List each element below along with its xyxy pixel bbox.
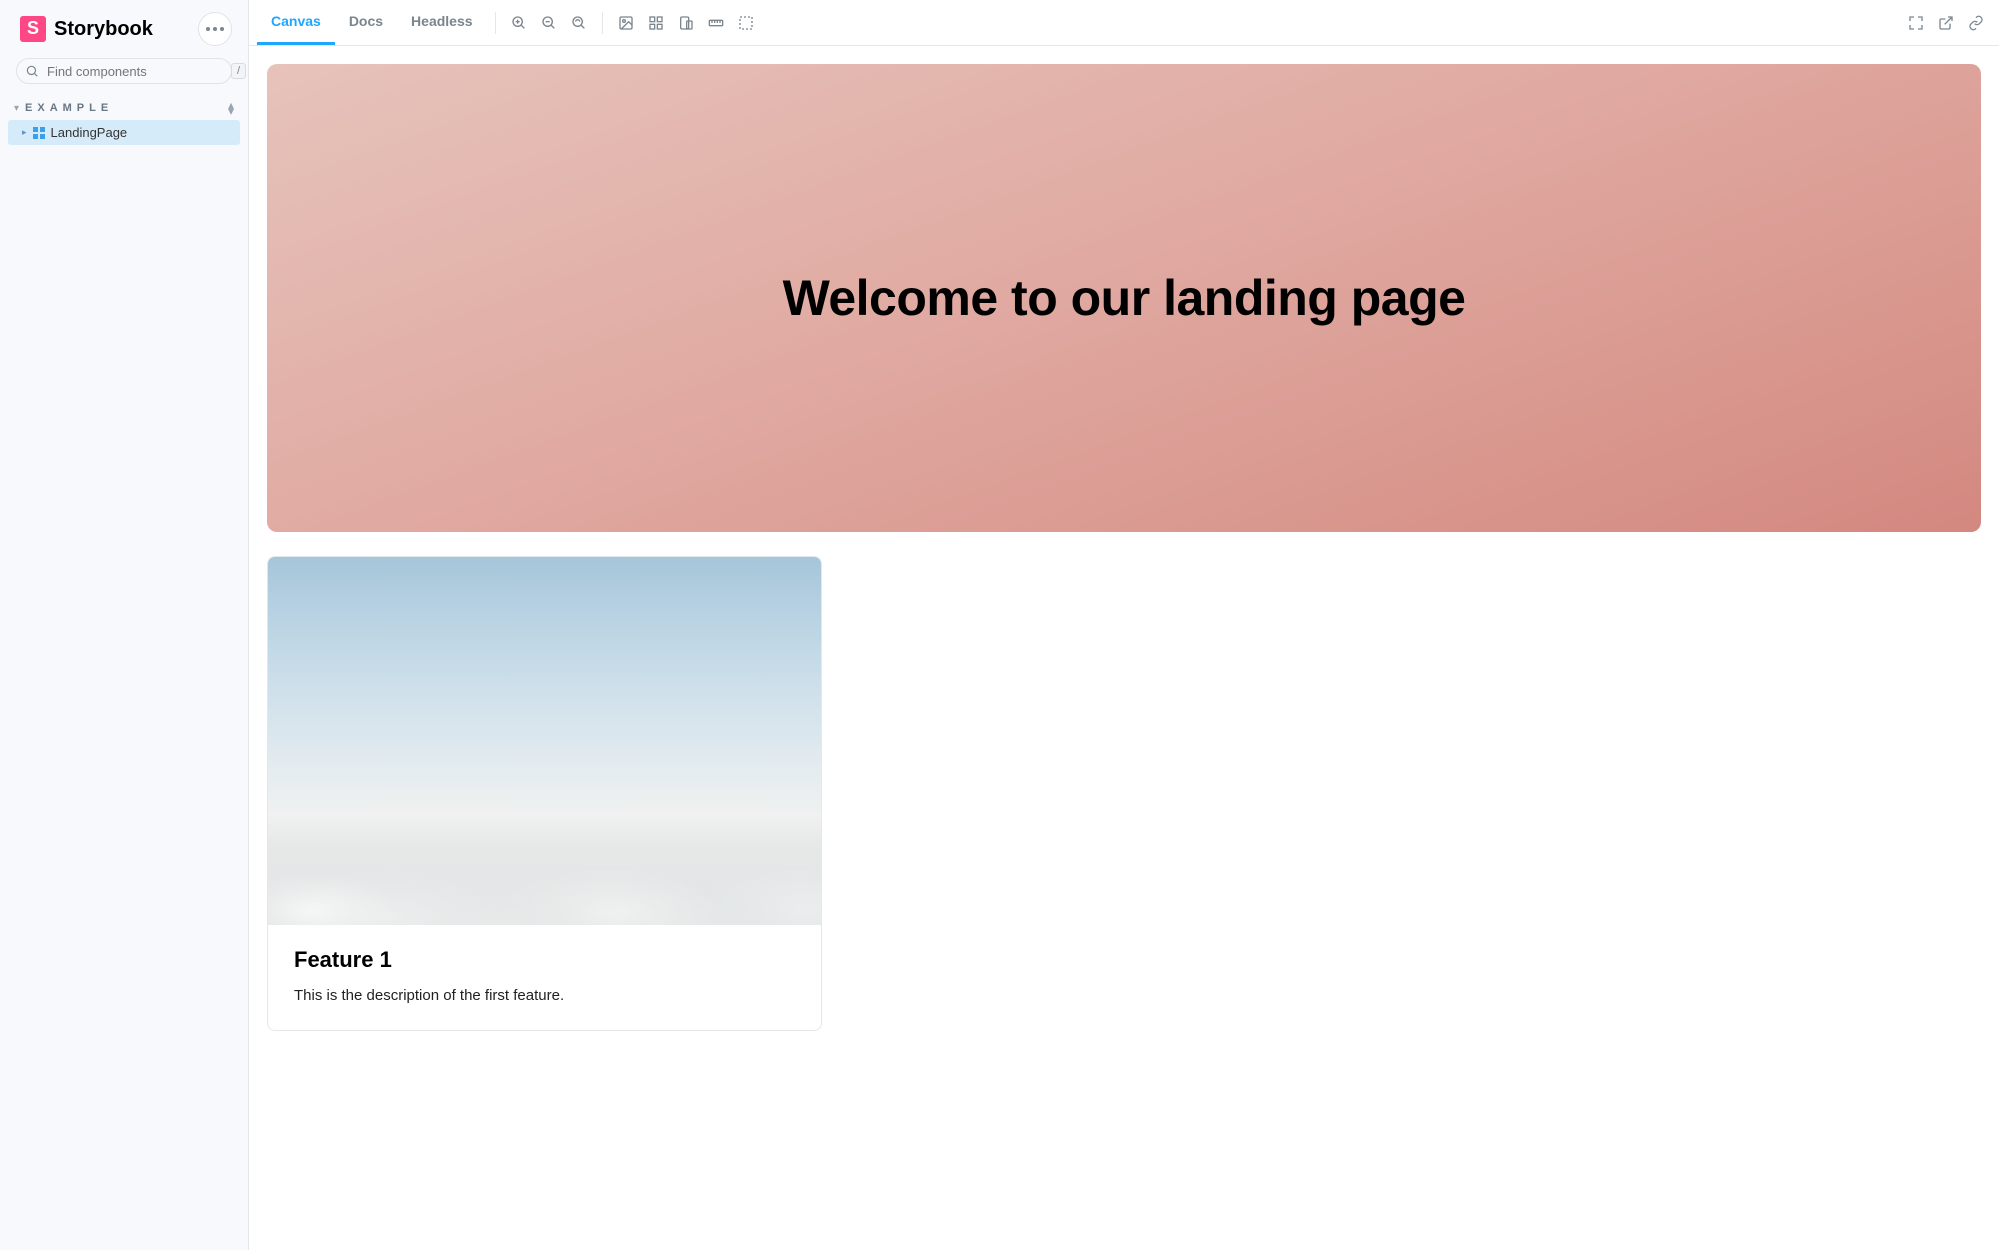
search-input[interactable] xyxy=(47,64,223,79)
zoom-reset-icon xyxy=(571,15,587,31)
zoom-reset-button[interactable] xyxy=(564,8,594,38)
tree-section-header[interactable]: ▾ EXAMPLE ▴▾ xyxy=(8,98,240,118)
toolbar: Canvas Docs Headless xyxy=(249,0,1999,46)
feature-card-body: Feature 1 This is the description of the… xyxy=(268,925,821,1030)
grid-icon xyxy=(648,15,664,31)
open-in-new-tab-button[interactable] xyxy=(1931,8,1961,38)
zoom-in-icon xyxy=(511,15,527,31)
separator xyxy=(602,12,603,34)
sidebar-header: Storybook xyxy=(0,12,248,58)
tab-label: Headless xyxy=(411,13,472,29)
copy-link-button[interactable] xyxy=(1961,8,1991,38)
sort-icon[interactable]: ▴▾ xyxy=(228,102,234,114)
image-icon xyxy=(618,15,634,31)
sidebar: Storybook / ▾ EXAMPLE ▴▾ ▸ xyxy=(0,0,249,1250)
tab-label: Docs xyxy=(349,13,383,29)
hero-title: Welcome to our landing page xyxy=(783,269,1466,327)
fullscreen-button[interactable] xyxy=(1901,8,1931,38)
chevron-right-icon: ▸ xyxy=(22,127,27,138)
tab-docs[interactable]: Docs xyxy=(335,0,397,45)
outline-icon xyxy=(738,15,754,31)
feature-description: This is the description of the first fea… xyxy=(294,987,795,1004)
main: Canvas Docs Headless xyxy=(249,0,1999,1250)
measure-button[interactable] xyxy=(701,8,731,38)
feature-image xyxy=(268,557,821,925)
grid-button[interactable] xyxy=(641,8,671,38)
ellipsis-icon xyxy=(206,27,224,31)
tab-canvas[interactable]: Canvas xyxy=(257,0,335,45)
app-name: Storybook xyxy=(54,18,153,41)
sidebar-item-label: LandingPage xyxy=(51,125,128,140)
zoom-out-button[interactable] xyxy=(534,8,564,38)
external-link-icon xyxy=(1938,15,1954,31)
viewport-icon xyxy=(678,15,694,31)
sidebar-item-landingpage[interactable]: ▸ LandingPage xyxy=(8,120,240,145)
menu-button[interactable] xyxy=(198,12,232,46)
measure-icon xyxy=(708,15,724,31)
tab-label: Canvas xyxy=(271,13,321,29)
zoom-out-icon xyxy=(541,15,557,31)
search-shortcut-badge: / xyxy=(231,63,246,79)
canvas-preview: Welcome to our landing page Feature 1 Th… xyxy=(249,46,1999,1250)
link-icon xyxy=(1968,15,1984,31)
background-button[interactable] xyxy=(611,8,641,38)
feature-title: Feature 1 xyxy=(294,947,795,973)
viewport-button[interactable] xyxy=(671,8,701,38)
storybook-logo-icon xyxy=(20,16,46,42)
tree-section-label: EXAMPLE xyxy=(25,102,113,114)
separator xyxy=(495,12,496,34)
outline-button[interactable] xyxy=(731,8,761,38)
tab-headless[interactable]: Headless xyxy=(397,0,486,45)
hero-banner: Welcome to our landing page xyxy=(267,64,1981,532)
component-icon xyxy=(33,127,45,139)
search-icon xyxy=(25,64,39,78)
feature-card: Feature 1 This is the description of the… xyxy=(267,556,822,1031)
logo[interactable]: Storybook xyxy=(20,16,153,42)
fullscreen-icon xyxy=(1908,15,1924,31)
tabs: Canvas Docs Headless xyxy=(257,0,487,45)
zoom-in-button[interactable] xyxy=(504,8,534,38)
search-box[interactable]: / xyxy=(16,58,232,84)
chevron-down-icon: ▾ xyxy=(14,103,19,114)
